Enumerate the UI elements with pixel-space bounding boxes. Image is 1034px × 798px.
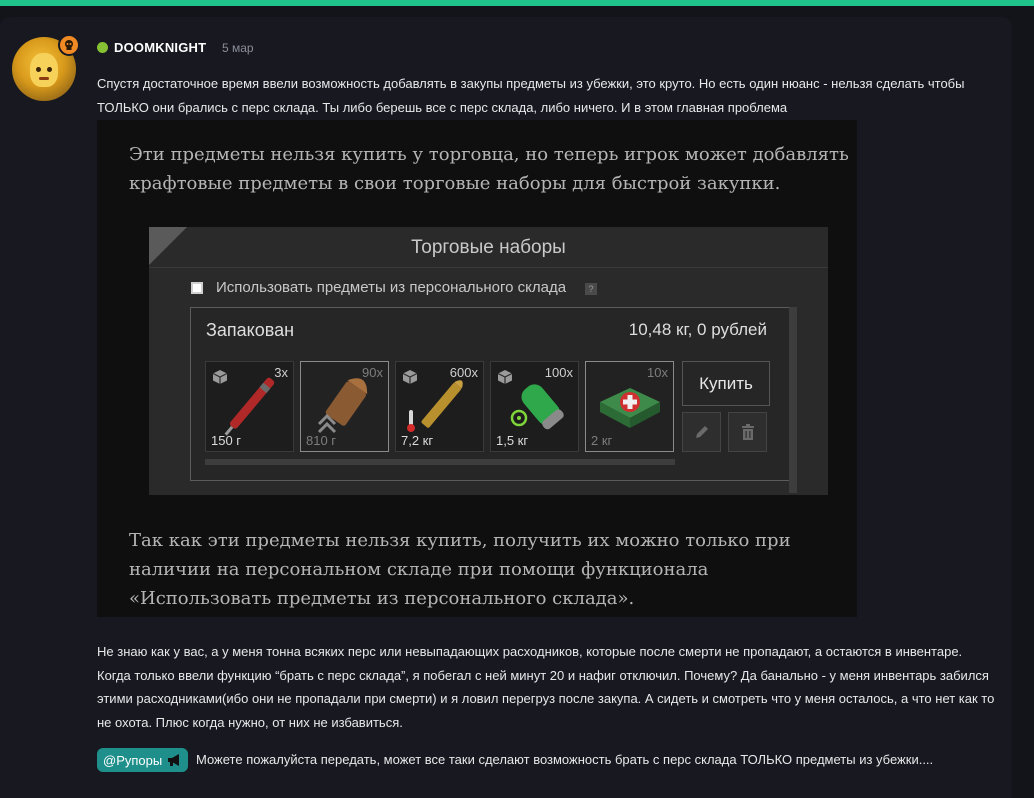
cube-icon <box>497 370 513 384</box>
skull-badge-icon <box>58 34 80 56</box>
item-count: 3x <box>274 365 288 380</box>
item-weight: 150 г <box>211 433 242 448</box>
avatar-face <box>30 53 58 87</box>
vertical-scrollbar[interactable] <box>789 307 797 493</box>
author-name[interactable]: DOOMKNIGHT <box>114 40 206 55</box>
avatar-eye <box>47 67 52 72</box>
avatar-mouth <box>39 77 49 80</box>
pencil-icon <box>695 426 708 438</box>
mention-message: Можете пожалуйста передать, может все та… <box>196 752 934 767</box>
post-paragraph: Спустя достаточное время ввели возможнос… <box>97 76 965 115</box>
item-count: 600x <box>449 365 478 380</box>
item-weight: 7,2 кг <box>401 433 434 448</box>
horizontal-scrollbar[interactable] <box>205 459 675 465</box>
item-count: 100x <box>544 365 573 380</box>
item-count: 90x <box>362 365 383 380</box>
item-weight: 810 г <box>306 433 337 448</box>
set-weight: 10,48 кг, 0 рублей <box>628 320 767 339</box>
cube-icon <box>402 370 418 384</box>
avatar-eye <box>36 67 41 72</box>
trade-set: Запакован 10,48 кг, 0 рублей 3x 150 г 90… <box>190 307 790 481</box>
item-weight: 1,5 кг <box>496 433 529 448</box>
trash-icon <box>741 424 754 440</box>
set-name: Запакован <box>206 320 295 340</box>
quoted-image: Эти предметы нельзя купить у торговца, н… <box>97 120 857 617</box>
divider <box>149 267 828 268</box>
buy-button[interactable]: Купить <box>682 361 770 406</box>
top-accent-bar <box>0 0 1034 6</box>
megaphone-icon <box>168 754 180 766</box>
item-slot[interactable]: 100x 1,5 кг <box>490 361 579 452</box>
item-count: 10x <box>647 365 668 380</box>
item-slot[interactable]: 90x 810 г <box>300 361 389 452</box>
checkbox-label: Использовать предметы из персонального с… <box>216 279 567 296</box>
help-icon[interactable]: ? <box>585 283 597 295</box>
item-weight: 2 кг <box>591 433 613 448</box>
item-slot[interactable]: 10x 2 кг <box>585 361 674 452</box>
mention-label: @Рупоры <box>103 752 163 768</box>
item-slot[interactable]: 3x 150 г <box>205 361 294 452</box>
item-slot[interactable]: 600x 7,2 кг <box>395 361 484 452</box>
use-personal-storage-checkbox[interactable] <box>191 282 203 294</box>
online-status-icon <box>97 42 108 53</box>
quote-text-top: Эти предметы нельзя купить у торговца, н… <box>129 144 849 194</box>
panel-title: Торговые наборы <box>411 237 566 258</box>
quote-text-bottom: Так как эти предметы нельзя купить, полу… <box>129 530 791 609</box>
post-date[interactable]: 5 мар <box>222 41 254 55</box>
cube-icon <box>212 370 228 384</box>
delete-button[interactable] <box>728 412 767 452</box>
mention-tag[interactable]: @Рупоры <box>97 748 189 772</box>
post-paragraph: Не знаю как у вас, а у меня тонна всяких… <box>97 644 995 730</box>
edit-button[interactable] <box>682 412 721 452</box>
trade-sets-panel: Торговые наборы Использовать предметы из… <box>149 227 828 495</box>
